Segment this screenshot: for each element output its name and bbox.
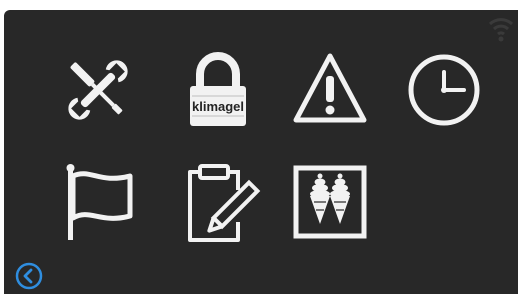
menu-item-notes[interactable]	[176, 160, 261, 244]
menu-item-service[interactable]	[56, 48, 140, 132]
menu-item-clock[interactable]	[402, 48, 486, 132]
wrench-screwdriver-icon	[68, 60, 128, 120]
clipboard-pencil-icon	[188, 164, 261, 242]
menu-item-warnings[interactable]	[288, 48, 372, 132]
wifi-icon	[488, 18, 514, 42]
menu-item-language[interactable]	[56, 160, 140, 244]
warning-triangle-icon	[293, 53, 367, 123]
flag-icon	[66, 164, 133, 240]
menu-item-lock[interactable]: klimagel	[176, 48, 260, 132]
back-arrow-icon[interactable]	[14, 261, 44, 291]
clock-icon	[408, 54, 480, 126]
touch-screen: klimagel	[4, 10, 518, 294]
ice-cream-cones-icon	[293, 165, 367, 239]
padlock-icon: klimagel	[190, 52, 246, 126]
lock-brand-label: klimagel	[192, 99, 244, 114]
device-bezel: klimagel	[0, 0, 518, 294]
menu-item-product[interactable]	[288, 160, 372, 244]
